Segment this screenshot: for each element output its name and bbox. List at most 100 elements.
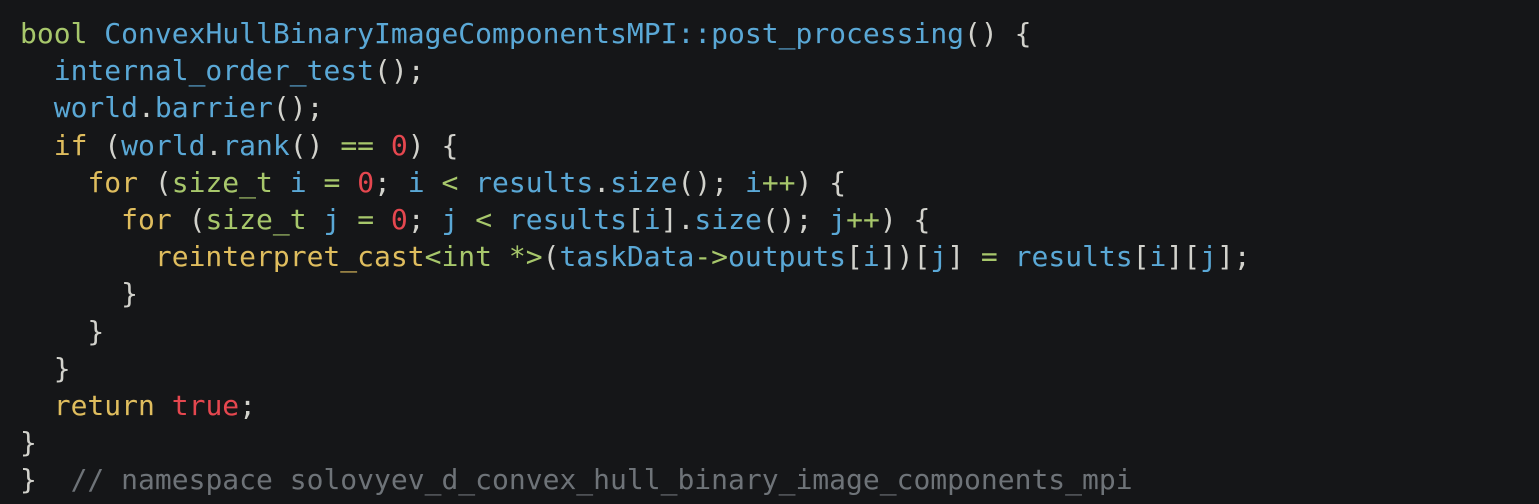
- code-token: post_processing: [711, 17, 965, 50]
- code-token: (: [542, 240, 560, 274]
- code-line[interactable]: }: [20, 313, 1539, 350]
- code-token: .: [205, 128, 223, 162]
- code-line[interactable]: }: [20, 350, 1539, 387]
- code-line[interactable]: reinterpret_cast<int *>(taskData->output…: [20, 238, 1539, 275]
- code-token: ])[: [879, 240, 931, 274]
- code-token: ];: [1216, 240, 1251, 274]
- code-token: 0: [390, 202, 408, 236]
- code-token: i: [1149, 240, 1167, 274]
- code-token: ();: [272, 91, 324, 125]
- code-token: j: [829, 202, 847, 236]
- code-token: i: [744, 165, 762, 199]
- code-token: (: [138, 165, 172, 199]
- code-token: <: [424, 240, 442, 274]
- code-token: ();: [374, 54, 425, 88]
- code-token: (: [171, 202, 206, 236]
- code-line[interactable]: }: [20, 424, 1539, 461]
- code-line[interactable]: return true;: [20, 387, 1539, 424]
- code-token: }: [20, 426, 37, 460]
- code-token: 0: [357, 165, 375, 199]
- code-line[interactable]: bool ConvexHullBinaryImageComponentsMPI:…: [20, 15, 1539, 52]
- code-line[interactable]: for (size_t j = 0; j < results[i].size()…: [20, 201, 1539, 238]
- code-token: .: [593, 165, 611, 199]
- code-token: size: [694, 202, 762, 236]
- code-token: if: [53, 128, 88, 162]
- code-token: i: [289, 165, 307, 199]
- code-line[interactable]: for (size_t i = 0; i < results.size(); i…: [20, 164, 1539, 201]
- code-token: }: [20, 277, 139, 311]
- code-token: i: [862, 240, 880, 274]
- code-token: [: [1132, 240, 1150, 274]
- code-token: (): [289, 128, 341, 162]
- code-token: j: [930, 240, 948, 274]
- code-token: size_t: [171, 165, 273, 199]
- code-token: =: [323, 165, 341, 199]
- code-token: for: [87, 165, 139, 199]
- code-token: =: [980, 240, 998, 274]
- code-token: ==: [340, 128, 375, 162]
- code-token: reinterpret_cast: [154, 240, 425, 274]
- code-token: j: [1200, 240, 1217, 274]
- code-line[interactable]: } // namespace solovyev_d_convex_hull_bi…: [20, 461, 1539, 498]
- code-token: <: [475, 202, 493, 236]
- code-token: return: [53, 388, 155, 422]
- code-token: ;: [239, 388, 257, 422]
- code-token: *>: [508, 240, 543, 274]
- code-line[interactable]: if (world.rank() == 0) {: [20, 127, 1539, 164]
- code-token: taskData: [559, 240, 695, 274]
- code-token: ) {: [407, 128, 459, 162]
- code-token: ::: [677, 17, 712, 50]
- code-token: ]: [947, 240, 981, 274]
- code-token: world: [53, 91, 139, 125]
- code-token: .: [138, 91, 155, 125]
- code-token: ) {: [795, 165, 847, 199]
- code-token: world: [121, 128, 206, 162]
- code-line[interactable]: internal_order_test();: [20, 52, 1539, 89]
- code-token: ();: [761, 202, 830, 236]
- code-token: ].: [660, 202, 695, 236]
- code-token: ;: [407, 202, 442, 236]
- code-token: [: [626, 202, 644, 236]
- code-token: (: [87, 128, 122, 162]
- code-token: }: [20, 314, 105, 348]
- code-token: results: [1014, 240, 1133, 274]
- code-block[interactable]: bool ConvexHullBinaryImageComponentsMPI:…: [20, 15, 1539, 498]
- code-token: results: [508, 202, 627, 236]
- code-editor[interactable]: bool ConvexHullBinaryImageComponentsMPI:…: [0, 0, 1539, 504]
- code-token: i: [407, 165, 425, 199]
- code-line[interactable]: world.barrier();: [20, 89, 1539, 126]
- code-token: <: [441, 165, 459, 199]
- code-token: ->: [694, 240, 729, 274]
- code-token: () {: [964, 17, 1032, 50]
- code-token: for: [121, 202, 172, 236]
- code-comment: // namespace solovyev_d_convex_hull_bina…: [70, 463, 1133, 497]
- code-token: ) {: [879, 202, 931, 236]
- code-token: bool: [20, 17, 88, 50]
- code-token: }: [20, 463, 71, 497]
- code-token: size_t: [205, 202, 307, 236]
- code-token: results: [475, 165, 594, 199]
- code-token: ++: [846, 202, 880, 236]
- code-token: ++: [761, 165, 796, 199]
- code-line[interactable]: }: [20, 275, 1539, 312]
- code-token: internal_order_test: [53, 54, 375, 88]
- code-token: ;: [374, 165, 408, 199]
